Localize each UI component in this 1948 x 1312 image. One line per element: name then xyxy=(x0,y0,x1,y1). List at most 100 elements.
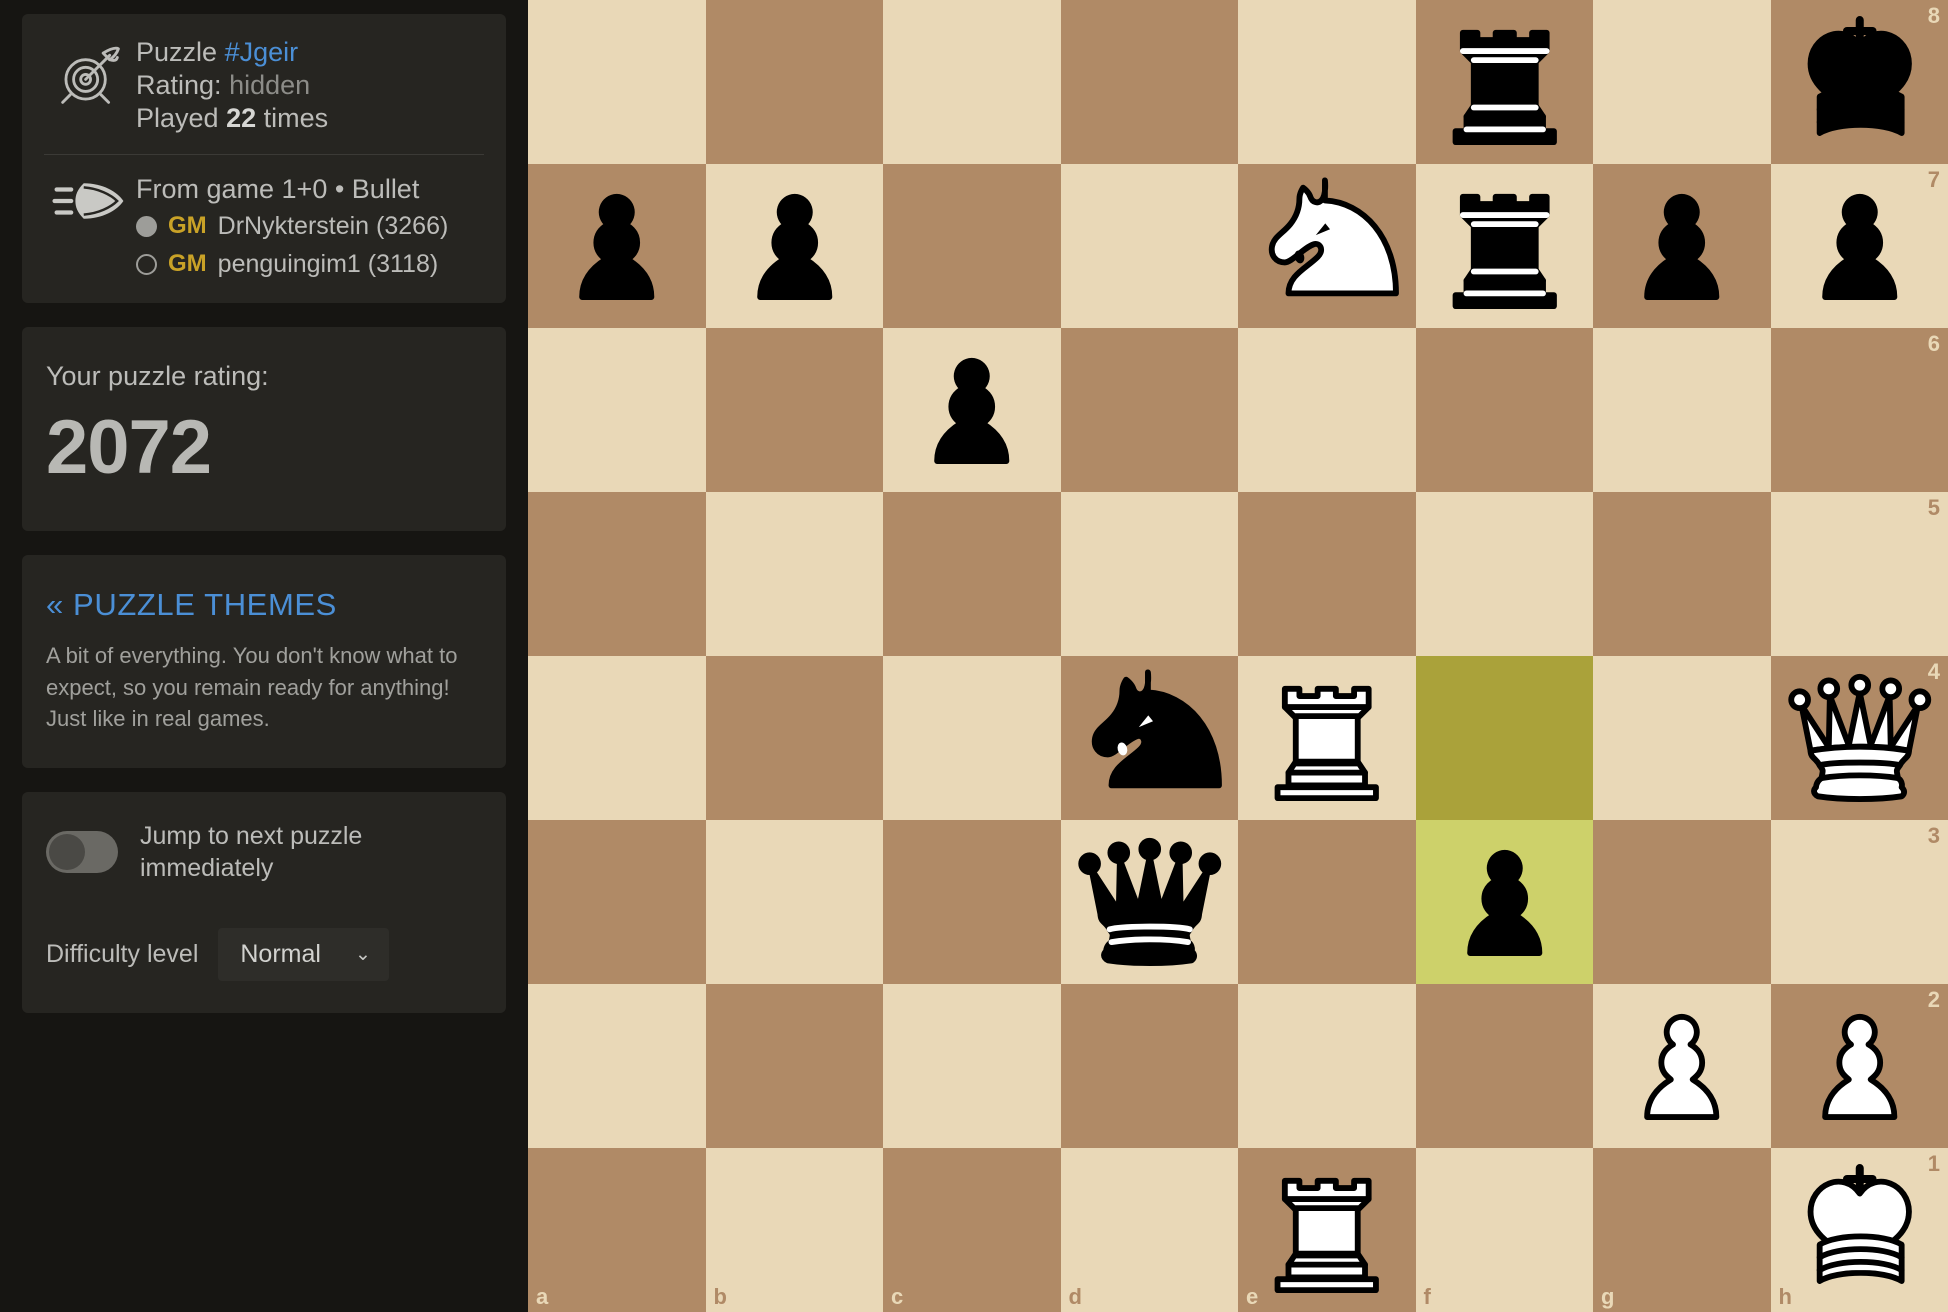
piece-black-king-h8[interactable] xyxy=(1771,0,1948,164)
board-square-d3[interactable] xyxy=(1060,820,1239,984)
piece-black-pawn-a7[interactable] xyxy=(528,164,706,328)
board-square-g5[interactable] xyxy=(1593,492,1771,656)
board-square-g7[interactable] xyxy=(1593,164,1771,328)
board-square-d2[interactable] xyxy=(1060,984,1238,1148)
board-square-g8[interactable] xyxy=(1593,0,1771,164)
piece-black-pawn-g7[interactable] xyxy=(1593,164,1771,328)
board-square-a6[interactable] xyxy=(528,328,706,492)
board-square-e7[interactable] xyxy=(1238,164,1416,328)
player-row-black[interactable]: GM penguingim1 (3118) xyxy=(136,248,486,282)
piece-black-pawn-h7[interactable] xyxy=(1771,164,1948,328)
board-square-a1[interactable]: a xyxy=(528,1148,706,1312)
piece-white-pawn-g2[interactable] xyxy=(1593,984,1771,1148)
board-square-f7[interactable] xyxy=(1415,164,1594,328)
board-square-a4[interactable] xyxy=(528,656,706,820)
board-square-e2[interactable] xyxy=(1238,984,1416,1148)
board-square-g4[interactable] xyxy=(1593,656,1771,820)
board-square-h2[interactable]: 2 xyxy=(1770,984,1948,1148)
board-square-c2[interactable] xyxy=(883,984,1061,1148)
chess-board[interactable]: 8 7 6 5 4 3 2 a b c d e f g 1 h xyxy=(528,0,1948,1312)
board-square-e5[interactable] xyxy=(1238,492,1416,656)
board-square-e4[interactable] xyxy=(1238,656,1416,820)
board-square-f8[interactable] xyxy=(1415,0,1594,164)
board-square-h7[interactable]: 7 xyxy=(1770,164,1948,328)
file-coordinate-g: g xyxy=(1601,1284,1615,1309)
board-square-h1[interactable]: 1h xyxy=(1770,1148,1948,1312)
board-square-b7[interactable] xyxy=(705,164,884,328)
board-square-b5[interactable] xyxy=(705,492,883,656)
board-square-e8[interactable] xyxy=(1238,0,1416,164)
board-square-f5[interactable] xyxy=(1415,492,1593,656)
toggle-knob xyxy=(49,834,85,871)
board-square-g1[interactable]: g xyxy=(1593,1148,1771,1312)
board-square-c4[interactable] xyxy=(883,656,1061,820)
piece-white-queen-h4[interactable] xyxy=(1771,656,1948,820)
board-square-e3[interactable] xyxy=(1238,820,1416,984)
difficulty-select[interactable]: Normal ⌄ xyxy=(218,928,389,982)
piece-white-rook-e4[interactable] xyxy=(1238,656,1416,820)
player-row-white[interactable]: GM DrNykterstein (3266) xyxy=(136,210,486,244)
board-square-h8[interactable]: 8 xyxy=(1770,0,1948,164)
board-square-c3[interactable] xyxy=(883,820,1061,984)
board-square-f3[interactable] xyxy=(1415,820,1594,984)
board-square-b1[interactable]: b xyxy=(705,1148,883,1312)
piece-white-pawn-h2[interactable] xyxy=(1771,984,1948,1148)
board-square-a8[interactable] xyxy=(528,0,706,164)
board-square-a3[interactable] xyxy=(528,820,706,984)
player-name-white: DrNykterstein (3266) xyxy=(217,211,449,240)
jump-to-next-puzzle-toggle[interactable] xyxy=(46,831,118,874)
board-square-b2[interactable] xyxy=(705,984,883,1148)
board-square-c6[interactable] xyxy=(883,328,1061,492)
piece-black-rook-f7[interactable] xyxy=(1416,164,1594,328)
board-square-a7[interactable] xyxy=(528,164,706,328)
board-square-e6[interactable] xyxy=(1238,328,1416,492)
board-square-d6[interactable] xyxy=(1060,328,1238,492)
board-square-c5[interactable] xyxy=(883,492,1061,656)
board-square-c8[interactable] xyxy=(883,0,1061,164)
piece-black-pawn-c6[interactable] xyxy=(883,328,1061,492)
board-square-c7[interactable] xyxy=(883,164,1061,328)
board-square-d1[interactable]: d xyxy=(1060,1148,1238,1312)
board-square-a5[interactable] xyxy=(528,492,706,656)
board-square-f2[interactable] xyxy=(1415,984,1593,1148)
from-game-label[interactable]: From game 1+0 • Bullet xyxy=(136,173,486,206)
board-square-c1[interactable]: c xyxy=(883,1148,1061,1312)
piece-black-queen-d3[interactable] xyxy=(1061,820,1239,984)
board-square-b8[interactable] xyxy=(705,0,883,164)
board-square-h5[interactable]: 5 xyxy=(1770,492,1948,656)
board-square-g2[interactable] xyxy=(1593,984,1771,1148)
jump-to-next-puzzle-label: Jump to next puzzle immediately xyxy=(140,822,363,883)
board-square-h6[interactable]: 6 xyxy=(1770,328,1948,492)
piece-black-pawn-b7[interactable] xyxy=(706,164,884,328)
bullet-icon xyxy=(44,173,136,225)
board-square-a2[interactable] xyxy=(528,984,706,1148)
board-square-d8[interactable] xyxy=(1060,0,1238,164)
file-coordinate-f: f xyxy=(1423,1284,1431,1309)
piece-black-pawn-f3[interactable] xyxy=(1416,820,1594,984)
your-rating-label: Your puzzle rating: xyxy=(46,361,269,392)
board-square-h3[interactable]: 3 xyxy=(1770,820,1948,984)
piece-white-king-h1[interactable] xyxy=(1771,1148,1948,1312)
board-square-d7[interactable] xyxy=(1060,164,1238,328)
board-square-e1[interactable]: e xyxy=(1238,1148,1416,1312)
board-square-b6[interactable] xyxy=(705,328,883,492)
board-square-f6[interactable] xyxy=(1415,328,1593,492)
settings-card: Jump to next puzzle immediately Difficul… xyxy=(22,792,506,1014)
board-square-b4[interactable] xyxy=(705,656,883,820)
board-square-f1[interactable]: f xyxy=(1415,1148,1593,1312)
puzzle-themes-title[interactable]: « PUZZLE THEMES xyxy=(46,587,480,623)
puzzle-id-link[interactable]: #Jgeir xyxy=(225,37,299,67)
piece-white-rook-e1[interactable] xyxy=(1238,1148,1416,1312)
board-square-b3[interactable] xyxy=(705,820,883,984)
board-square-g3[interactable] xyxy=(1593,820,1771,984)
piece-black-knight-d4[interactable] xyxy=(1061,656,1239,820)
board-square-f4[interactable] xyxy=(1415,656,1593,820)
board-square-h4[interactable]: 4 xyxy=(1770,656,1948,820)
piece-white-knight-e7[interactable] xyxy=(1238,164,1416,328)
board-square-g6[interactable] xyxy=(1593,328,1771,492)
piece-black-rook-f8[interactable] xyxy=(1416,0,1594,164)
board-square-d5[interactable] xyxy=(1060,492,1238,656)
target-arrow-icon xyxy=(44,36,136,110)
board-square-d4[interactable] xyxy=(1060,656,1239,820)
rating-label: Rating: xyxy=(136,70,222,101)
